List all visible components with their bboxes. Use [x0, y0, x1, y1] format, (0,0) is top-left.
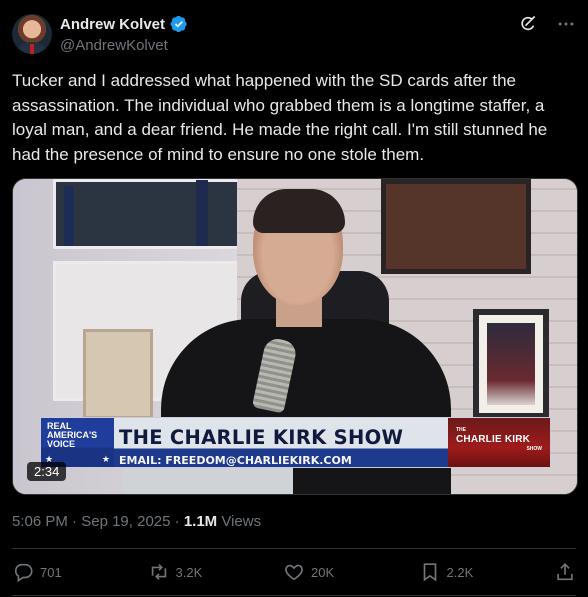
- tweet-time[interactable]: 5:06 PM: [12, 513, 68, 530]
- video-plaque: [83, 329, 153, 419]
- views-count: 1.1M: [183, 513, 218, 530]
- share-button[interactable]: [554, 561, 576, 583]
- show-logo-the: THE: [456, 427, 466, 433]
- bookmark-count: 2.2K: [446, 564, 474, 580]
- video-laptop: [123, 464, 293, 494]
- reply-button[interactable]: 701: [12, 561, 132, 583]
- like-button[interactable]: 20K: [283, 561, 403, 583]
- meta-separator: ·: [72, 513, 82, 530]
- verified-badge-icon: [170, 15, 187, 33]
- author-handle[interactable]: @AndrewKolvet: [60, 37, 168, 54]
- bookmark-icon: [423, 563, 436, 582]
- show-email: EMAIL: FREEDOM@CHARLIEKIRK.COM: [119, 454, 352, 467]
- share-icon: [557, 563, 573, 581]
- author-display-name[interactable]: Andrew Kolvet: [60, 16, 165, 33]
- video-photo-frame: [473, 309, 549, 419]
- video-bookshelf: [53, 179, 243, 249]
- video-host-hair: [253, 189, 345, 233]
- author-name-row: Andrew Kolvet: [60, 15, 188, 33]
- like-count: 20K: [311, 564, 335, 580]
- video-player[interactable]: REAL AMERICA'S VOICE ★ ★ THE CHARLIE KIR…: [12, 178, 578, 495]
- show-logo-show: SHOW: [526, 446, 542, 452]
- meta-separator: ·: [174, 513, 184, 530]
- divider: [12, 548, 576, 549]
- tweet-date[interactable]: Sep 19, 2025: [81, 513, 170, 530]
- video-duration: 2:34: [27, 462, 67, 481]
- tweet-meta: 5:06 PM · Sep 19, 2025 · 1.1M Views: [12, 513, 261, 530]
- video-lower-third: REAL AMERICA'S VOICE ★ ★ THE CHARLIE KIR…: [40, 417, 551, 468]
- repost-button[interactable]: 3.2K: [148, 561, 268, 583]
- video-wall-frame: [381, 179, 531, 274]
- views-label: Views: [221, 513, 262, 530]
- lower-third-main: THE CHARLIE KIRK SHOW EMAIL: FREEDOM@CHA…: [114, 418, 448, 467]
- star-icon: ★: [101, 454, 110, 464]
- show-title: THE CHARLIE KIRK SHOW: [119, 426, 404, 449]
- grok-icon[interactable]: [518, 14, 538, 34]
- divider: [12, 595, 576, 596]
- repost-icon: [151, 564, 166, 580]
- bookmark-button[interactable]: 2.2K: [419, 561, 539, 583]
- reply-icon: [14, 563, 33, 583]
- tweet-actions: 701 3.2K 20K 2.2K: [12, 558, 576, 586]
- more-icon[interactable]: [556, 14, 576, 34]
- reply-count: 701: [40, 564, 62, 580]
- network-logo: REAL AMERICA'S VOICE ★ ★: [41, 418, 114, 467]
- show-logo-name: CHARLIE KIRK: [456, 434, 531, 445]
- repost-count: 3.2K: [175, 564, 203, 580]
- show-logo: THE CHARLIE KIRK SHOW: [448, 418, 550, 467]
- tweet-text: Tucker and I addressed what happened wit…: [12, 71, 548, 164]
- tweet-header-actions: [518, 14, 576, 34]
- author-avatar[interactable]: [12, 14, 52, 54]
- like-icon: [285, 564, 303, 581]
- network-logo-line3: VOICE: [47, 439, 76, 449]
